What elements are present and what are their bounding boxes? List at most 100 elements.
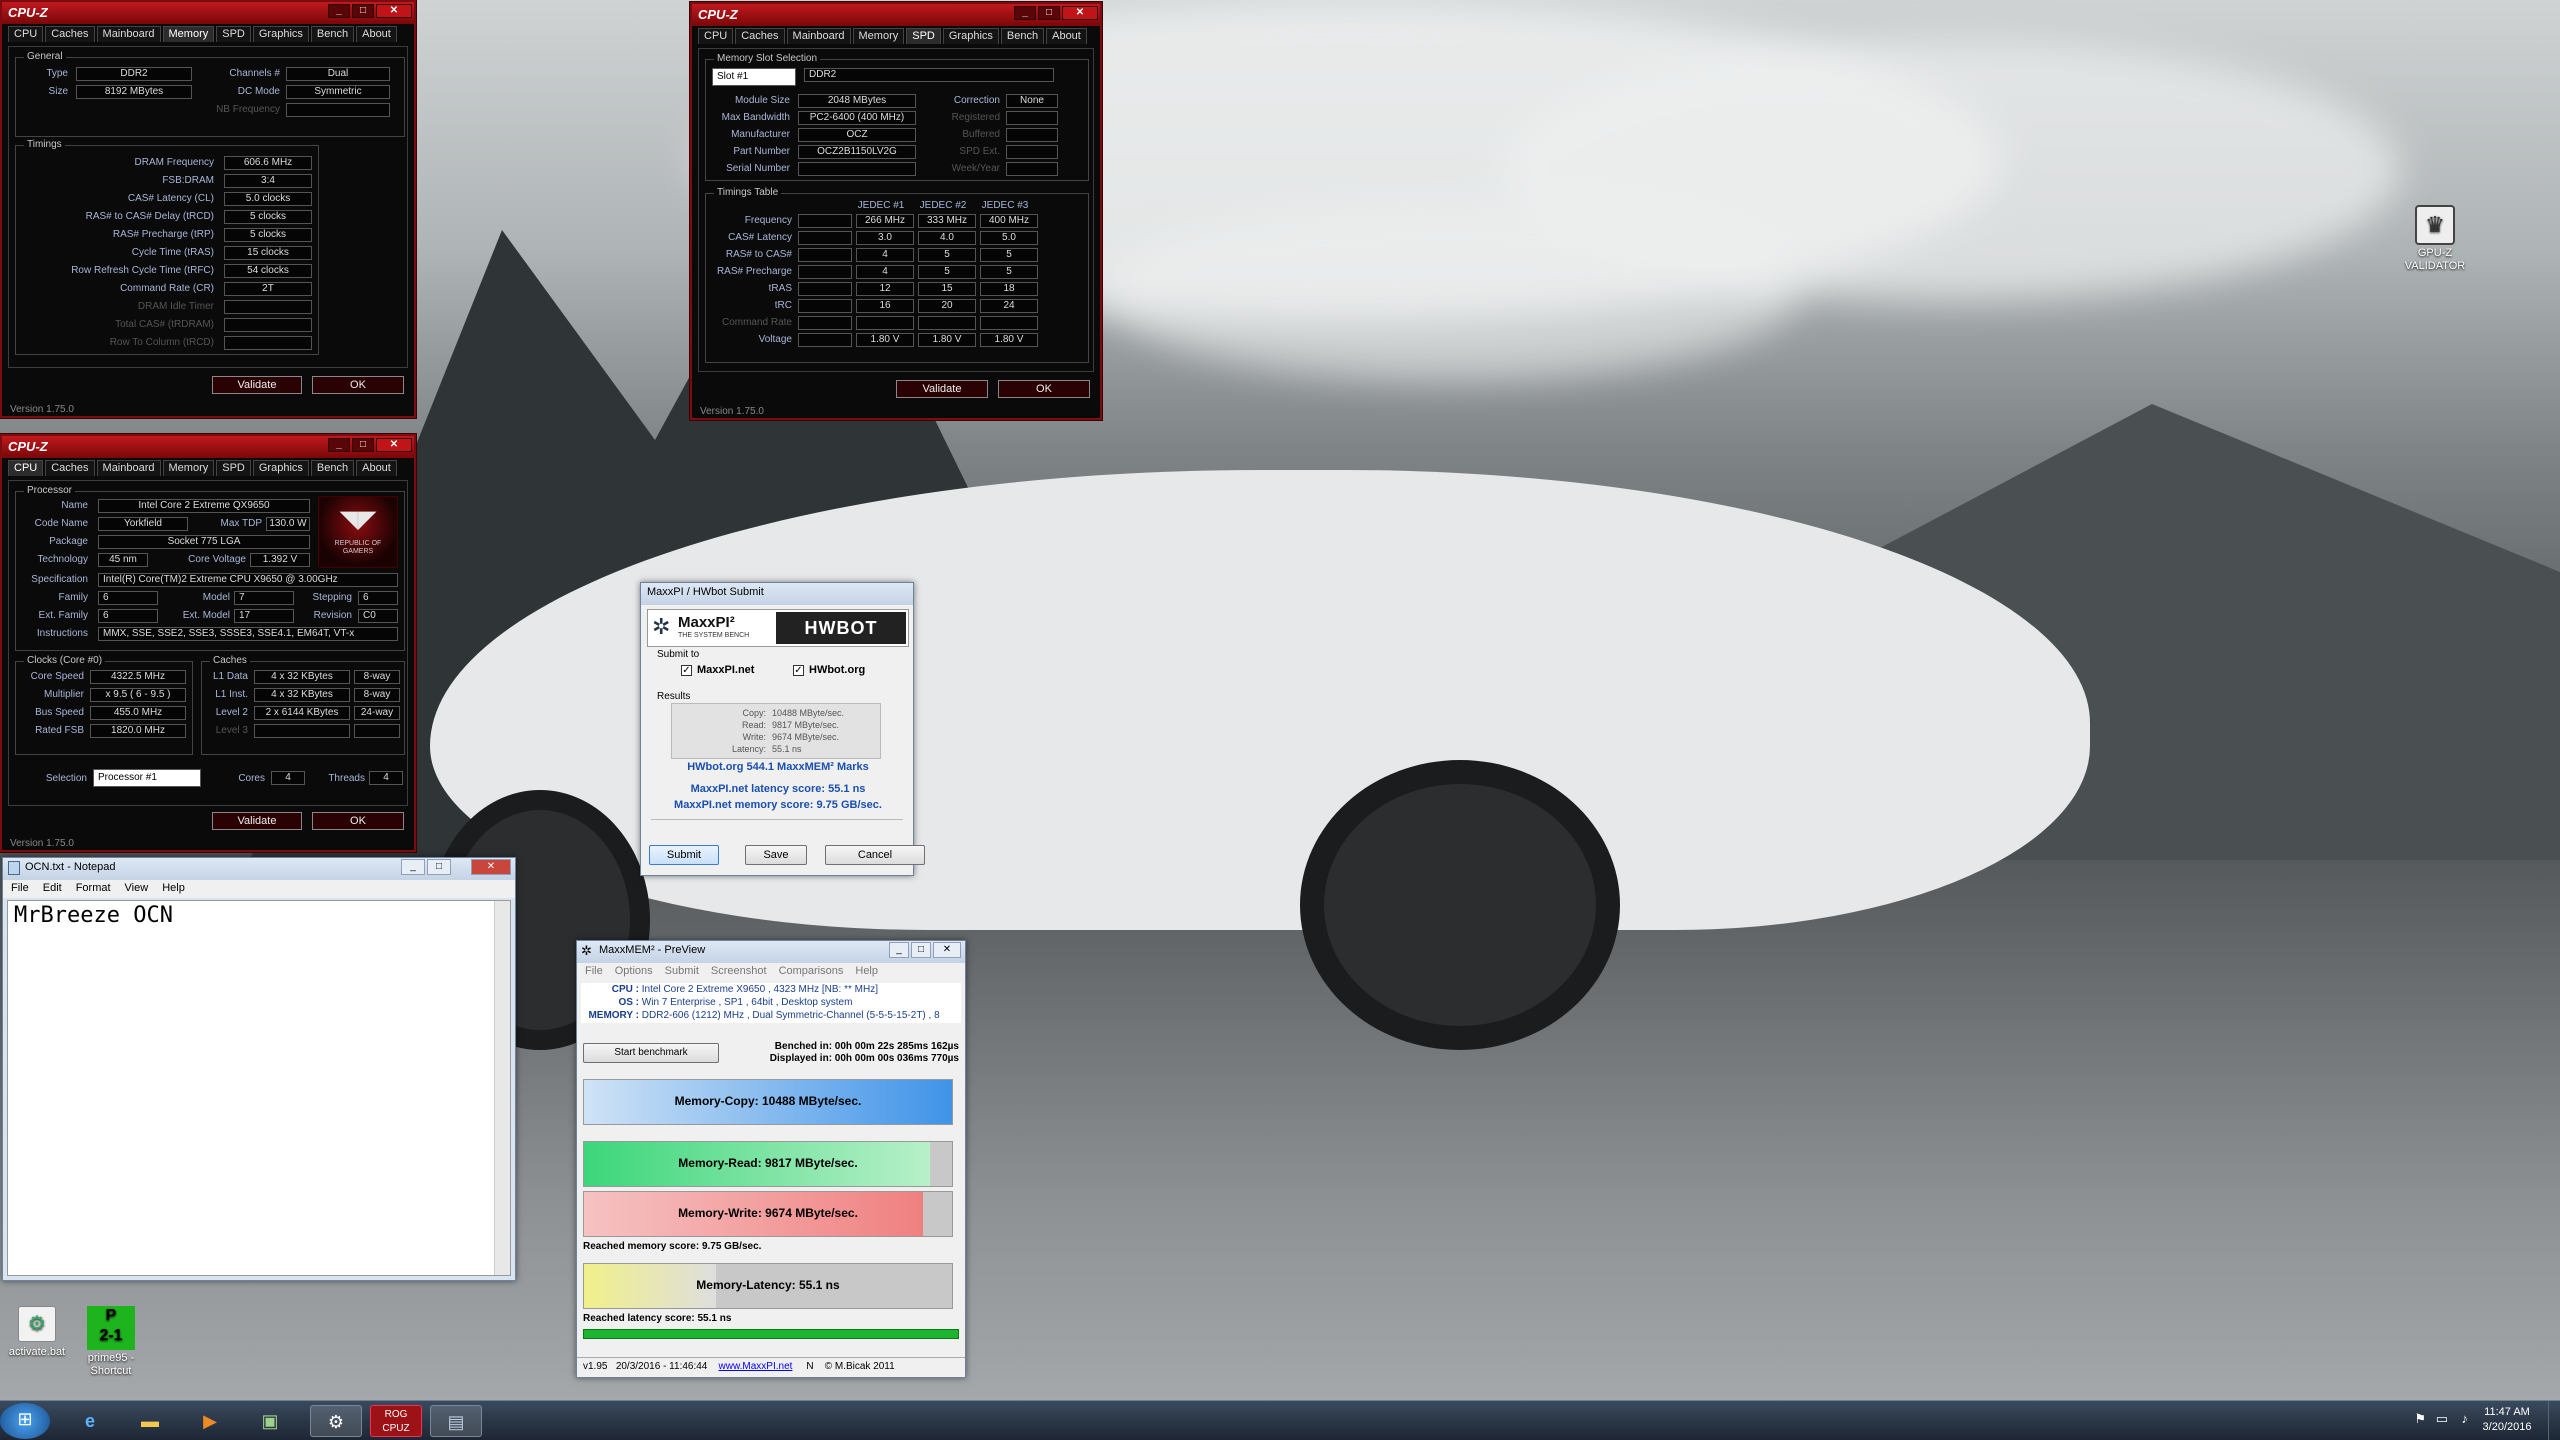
tab-bench[interactable]: Bench <box>310 26 355 42</box>
desktop-icon-activate[interactable]: ⚙ activate.bat <box>2 1306 72 1359</box>
processor-select[interactable]: Processor #1 <box>93 769 201 787</box>
menu-format[interactable]: Format <box>76 882 111 896</box>
start-benchmark-button[interactable]: Start benchmark <box>583 1043 719 1063</box>
submit-to-label: Submit to <box>657 649 700 660</box>
tab-spd[interactable]: SPD <box>216 460 251 476</box>
hwbot-checkbox[interactable]: ✓ <box>793 665 804 676</box>
show-desktop-button[interactable] <box>2548 1401 2560 1440</box>
tab-spd[interactable]: SPD <box>216 26 251 42</box>
tab-about[interactable]: About <box>356 26 397 42</box>
tab-mainboard[interactable]: Mainboard <box>786 28 851 44</box>
validate-button[interactable]: Validate <box>896 380 988 398</box>
minimize-button[interactable]: _ <box>328 438 350 452</box>
save-button[interactable]: Save <box>745 845 807 865</box>
validate-button[interactable]: Validate <box>212 376 302 394</box>
tray-flag-icon[interactable]: ⚑ <box>2414 1411 2426 1427</box>
ok-button[interactable]: OK <box>312 812 404 830</box>
ok-button[interactable]: OK <box>312 376 404 394</box>
tab-bench[interactable]: Bench <box>1000 28 1045 44</box>
tab-bench[interactable]: Bench <box>310 460 355 476</box>
jedec-cell: 5 <box>980 265 1038 279</box>
menu-file[interactable]: File <box>11 882 29 896</box>
maximize-button[interactable]: □ <box>427 859 451 875</box>
spd-value: 2048 MBytes <box>798 94 916 108</box>
ok-button[interactable]: OK <box>998 380 1090 398</box>
clock-time[interactable]: 11:47 AM <box>2474 1406 2540 1418</box>
result-label: Read: <box>741 720 766 730</box>
tab-about[interactable]: About <box>1046 28 1087 44</box>
tab-spd[interactable]: SPD <box>906 28 941 44</box>
maxxpi-logo-icon: ✲ <box>652 614 671 639</box>
latency-score: MaxxPI.net latency score: 55.1 ns <box>690 783 866 795</box>
close-button[interactable]: ✕ <box>1062 6 1098 20</box>
desktop-icon-gpuz[interactable]: ♛ GPU-Z VALIDATOR <box>2390 205 2480 273</box>
tab-cpu[interactable]: CPU <box>8 460 44 476</box>
menu-view[interactable]: View <box>125 882 149 896</box>
minimize-button[interactable]: _ <box>328 4 350 18</box>
hwbot-option-label: HWbot.org <box>809 664 866 676</box>
tab-memory[interactable]: Memory <box>162 460 215 476</box>
result-value: 10488 MByte/sec. <box>772 708 845 718</box>
cpuz-taskbar-icon[interactable]: ROG CPUZ <box>370 1405 422 1437</box>
system-app-icon[interactable]: ▣ <box>244 1405 296 1437</box>
menu-edit[interactable]: Edit <box>43 882 62 896</box>
status-link[interactable]: www.MaxxPI.net <box>719 1361 793 1372</box>
tab-caches[interactable]: Caches <box>45 460 95 476</box>
tab-cpu[interactable]: CPU <box>698 28 734 44</box>
maximize-button[interactable]: □ <box>352 438 374 452</box>
minimize-button[interactable]: _ <box>1014 6 1036 20</box>
menu-help[interactable]: Help <box>162 882 185 896</box>
tab-graphics[interactable]: Graphics <box>252 26 309 42</box>
start-button[interactable]: ⊞ <box>0 1403 50 1439</box>
media-player-icon[interactable]: ▶ <box>184 1405 236 1437</box>
close-button[interactable]: ✕ <box>376 4 412 18</box>
clock-label: Bus Speed <box>35 707 84 718</box>
menu-file[interactable]: File <box>585 965 603 979</box>
tray-volume-icon[interactable]: ♪ <box>2462 1411 2469 1426</box>
jedec-cell: 1.80 V <box>980 333 1038 347</box>
family-label: Family <box>58 592 88 603</box>
tray-network-icon[interactable]: ▭ <box>2436 1411 2448 1427</box>
maximize-button[interactable]: □ <box>1038 6 1060 20</box>
slot-select[interactable]: Slot #1 <box>712 68 796 86</box>
close-button[interactable]: ✕ <box>933 942 961 958</box>
validate-button[interactable]: Validate <box>212 812 302 830</box>
tab-memory[interactable]: Memory <box>162 26 215 42</box>
core-voltage-value: 1.392 V <box>250 553 310 567</box>
text-area[interactable]: MrBreeze OCN <box>7 900 511 1276</box>
menu-options[interactable]: Options <box>615 965 653 979</box>
tab-caches[interactable]: Caches <box>45 26 95 42</box>
maximize-button[interactable]: □ <box>352 4 374 18</box>
vertical-scrollbar[interactable] <box>494 901 510 1275</box>
maximize-button[interactable]: □ <box>911 942 931 958</box>
maxxpi-checkbox[interactable]: ✓ <box>681 665 692 676</box>
file-explorer-icon[interactable]: ▬ <box>124 1405 176 1437</box>
menu-screenshot[interactable]: Screenshot <box>711 965 767 979</box>
settings-app-icon[interactable]: ⚙ <box>310 1405 362 1437</box>
tab-graphics[interactable]: Graphics <box>942 28 999 44</box>
tab-graphics[interactable]: Graphics <box>252 460 309 476</box>
clock-date[interactable]: 3/20/2016 <box>2474 1421 2540 1433</box>
internet-explorer-icon[interactable]: e <box>64 1405 116 1437</box>
tab-mainboard[interactable]: Mainboard <box>96 26 161 42</box>
cancel-button[interactable]: Cancel <box>825 845 925 865</box>
menu-submit[interactable]: Submit <box>665 965 699 979</box>
jedec-cell: 12 <box>856 282 914 296</box>
submit-button[interactable]: Submit <box>649 845 719 865</box>
tab-about[interactable]: About <box>356 460 397 476</box>
desktop-icon-prime95[interactable]: P 2-1 prime95 - Shortcut <box>76 1306 146 1378</box>
window-title: MaxxPI / HWbot Submit <box>647 586 764 598</box>
close-button[interactable]: ✕ <box>376 438 412 452</box>
slot-group: Memory Slot Selection Slot #1 DDR2 Modul… <box>705 53 1089 181</box>
minimize-button[interactable]: _ <box>889 942 909 958</box>
menu-comparisons[interactable]: Comparisons <box>779 965 844 979</box>
tab-mainboard[interactable]: Mainboard <box>96 460 161 476</box>
maxtdp-label: Max TDP <box>220 518 263 529</box>
notepad-taskbar-icon[interactable]: ▤ <box>430 1405 482 1437</box>
tab-cpu[interactable]: CPU <box>8 26 44 42</box>
close-button[interactable]: ✕ <box>471 859 511 875</box>
tab-memory[interactable]: Memory <box>852 28 905 44</box>
minimize-button[interactable]: _ <box>401 859 425 875</box>
tab-caches[interactable]: Caches <box>735 28 785 44</box>
menu-help[interactable]: Help <box>855 965 878 979</box>
